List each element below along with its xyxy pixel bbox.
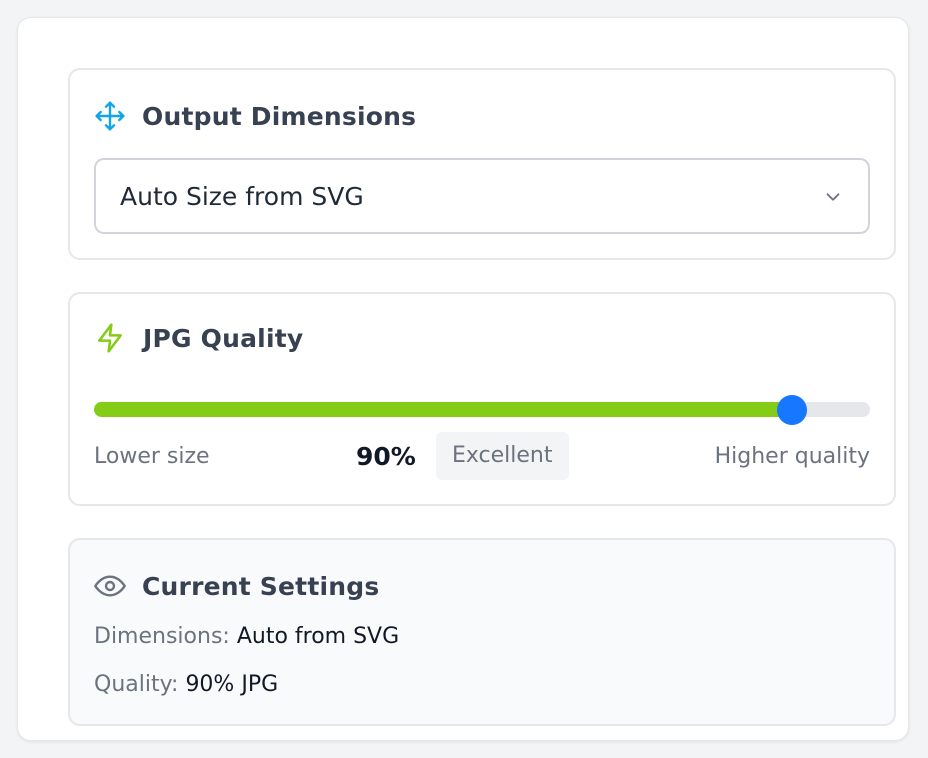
quality-rating-badge: Excellent [436,432,569,480]
chevron-down-icon [822,186,844,208]
move-arrows-icon [94,100,126,132]
lightning-icon [94,322,126,354]
quality-slider-fill [94,402,792,417]
jpg-quality-title: JPG Quality [143,323,304,353]
settings-panel: Output Dimensions Auto Size from SVG JPG… [17,17,909,741]
current-dimensions-line: Dimensions: Auto from SVG [94,624,399,649]
current-quality-value: 90% JPG [185,672,279,697]
current-settings-header: Current Settings [94,568,379,604]
dimensions-select-value: Auto Size from SVG [120,181,364,211]
current-dimensions-key: Dimensions: [94,624,230,649]
quality-slider-thumb[interactable] [777,395,807,425]
current-settings-card: Current Settings Dimensions: Auto from S… [68,538,896,726]
current-settings-title: Current Settings [142,571,380,601]
eye-icon [94,570,126,602]
current-quality-key: Quality: [94,672,179,697]
output-dimensions-card: Output Dimensions Auto Size from SVG [68,68,896,260]
jpg-quality-header: JPG Quality [94,320,303,356]
jpg-quality-card: JPG Quality Lower size 90% Excellent Hig… [68,292,896,506]
quality-labels-row: Lower size 90% Excellent Higher quality [94,432,870,480]
quality-max-label: Higher quality [714,444,870,469]
current-dimensions-value: Auto from SVG [236,624,400,649]
output-dimensions-header: Output Dimensions [94,98,416,134]
dimensions-select[interactable]: Auto Size from SVG [94,158,870,234]
quality-min-label: Lower size [94,444,210,469]
quality-slider[interactable] [94,395,870,425]
quality-percent: 90% [356,442,416,471]
output-dimensions-title: Output Dimensions [142,101,417,131]
current-quality-line: Quality: 90% JPG [94,672,278,697]
